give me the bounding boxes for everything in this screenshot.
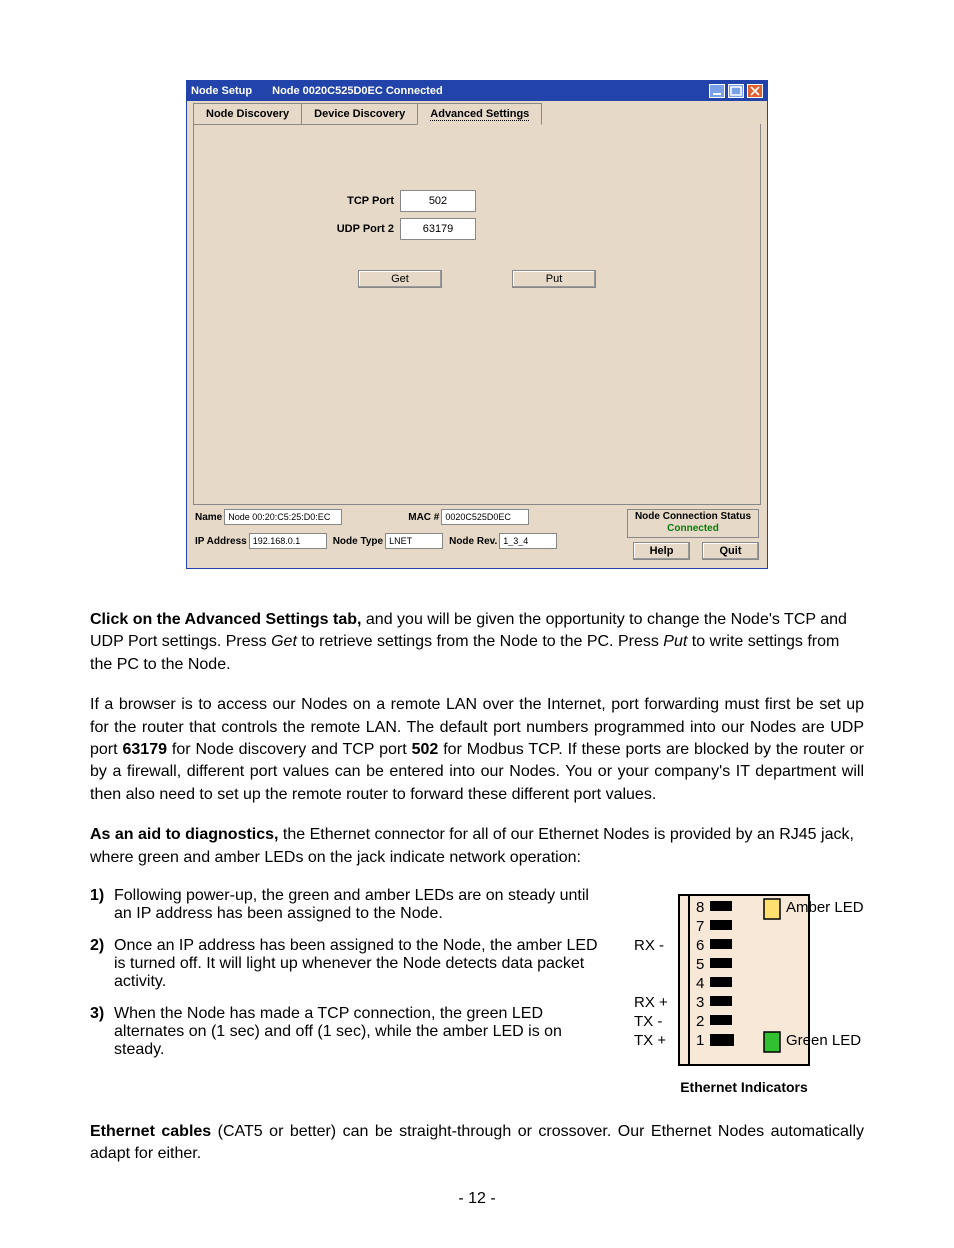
advanced-settings-panel: TCP Port UDP Port 2 Get Put — [193, 124, 761, 505]
udp-port-input[interactable] — [400, 218, 476, 240]
mac-label: MAC # — [408, 512, 439, 523]
diagram-caption: Ethernet Indicators — [624, 1079, 864, 1095]
tab-row: Node Discovery Device Discovery Advanced… — [193, 101, 761, 125]
paragraph-advanced-settings: Click on the Advanced Settings tab, and … — [90, 609, 864, 676]
paragraph-port-forwarding: If a browser is to access our Nodes on a… — [90, 694, 864, 806]
titlebar: Node Setup Node 0020C525D0EC Connected — [187, 81, 767, 101]
node-type-label: Node Type — [333, 536, 383, 547]
name-field[interactable] — [224, 509, 342, 525]
quit-button[interactable]: Quit — [702, 542, 759, 560]
minimize-icon[interactable] — [709, 84, 725, 98]
get-button[interactable]: Get — [358, 270, 442, 288]
name-label: Name — [195, 512, 222, 523]
svg-text:7: 7 — [696, 918, 704, 935]
svg-text:6: 6 — [696, 937, 704, 954]
svg-text:5: 5 — [696, 956, 704, 973]
svg-text:4: 4 — [696, 975, 704, 992]
connection-status-box: Node Connection Status Connected — [627, 509, 759, 538]
svg-text:3: 3 — [696, 994, 704, 1011]
list-item-2: 2) Once an IP address has been assigned … — [90, 937, 610, 991]
tx-minus-label: TX - — [634, 1013, 662, 1030]
maximize-icon[interactable] — [728, 84, 744, 98]
paragraph-diagnostics: As an aid to diagnostics, the Ethernet c… — [90, 824, 864, 869]
ethernet-indicator-diagram: 8 7 6 5 4 3 2 1 RX - RX + TX — [624, 887, 864, 1095]
svg-text:1: 1 — [696, 1032, 704, 1049]
svg-text:8: 8 — [696, 899, 704, 916]
node-setup-window: Node Setup Node 0020C525D0EC Connected N… — [186, 80, 768, 569]
mac-field[interactable] — [441, 509, 529, 525]
amber-led-label: Amber LED — [786, 899, 864, 916]
node-type-field[interactable] — [385, 533, 443, 549]
list-item-3: 3) When the Node has made a TCP connecti… — [90, 1005, 610, 1059]
node-rev-field[interactable] — [499, 533, 557, 549]
help-button[interactable]: Help — [633, 542, 690, 560]
tx-plus-label: TX + — [634, 1032, 666, 1049]
paragraph-ethernet-cables: Ethernet cables (CAT5 or better) can be … — [90, 1121, 864, 1166]
node-rev-label: Node Rev. — [449, 536, 497, 547]
rx-plus-label: RX + — [634, 994, 668, 1011]
window-title: Node Setup — [191, 85, 252, 97]
ip-field[interactable] — [249, 533, 327, 549]
ip-label: IP Address — [195, 536, 247, 547]
put-button[interactable]: Put — [512, 270, 596, 288]
page-number: - 12 - — [90, 1190, 864, 1208]
window-subtitle: Node 0020C525D0EC Connected — [272, 85, 443, 97]
close-icon[interactable] — [747, 84, 763, 98]
connection-status-value: Connected — [628, 523, 758, 537]
tcp-port-label: TCP Port — [194, 195, 400, 207]
udp-port-label: UDP Port 2 — [194, 223, 400, 235]
tab-device-discovery[interactable]: Device Discovery — [301, 103, 418, 125]
tab-node-discovery[interactable]: Node Discovery — [193, 103, 302, 125]
rx-minus-label: RX - — [634, 937, 664, 954]
connection-status-label: Node Connection Status — [628, 510, 758, 523]
tcp-port-input[interactable] — [400, 190, 476, 212]
green-led-label: Green LED — [786, 1032, 861, 1049]
list-item-1: 1) Following power-up, the green and amb… — [90, 887, 610, 923]
tab-advanced-settings[interactable]: Advanced Settings — [417, 103, 542, 125]
svg-text:2: 2 — [696, 1013, 704, 1030]
